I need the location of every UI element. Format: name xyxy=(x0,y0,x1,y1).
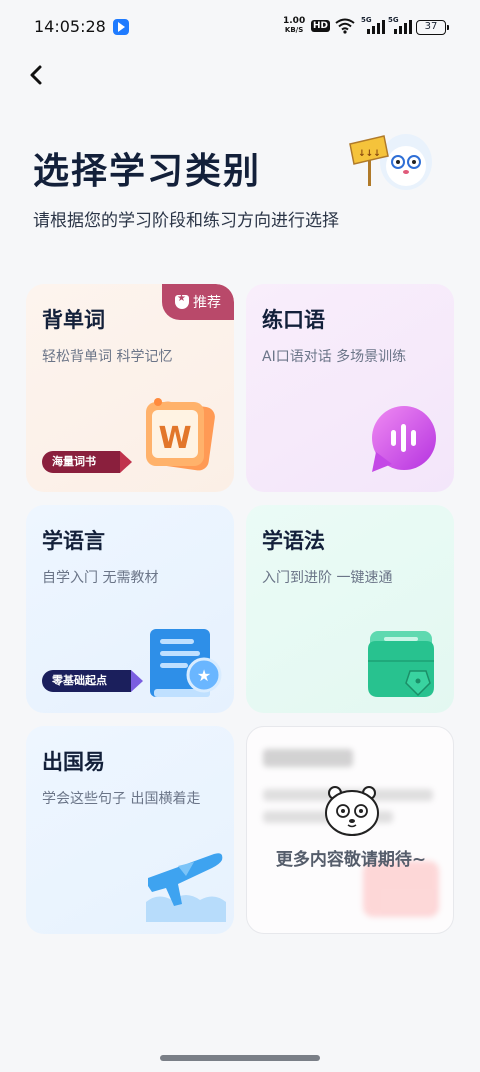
signal-icon-1: 5G xyxy=(361,16,385,34)
svg-text:↓↓↓: ↓↓↓ xyxy=(358,149,381,159)
network-speed-unit: KB/S xyxy=(284,26,304,34)
card-abroad-title: 出国易 xyxy=(42,750,105,774)
page-subtitle: 请根据您的学习阶段和练习方向进行选择 xyxy=(33,211,339,231)
w-book-letter: W xyxy=(158,421,191,456)
card-grammar-desc: 入门到进阶 一键速通 xyxy=(262,570,393,586)
svg-text:★: ★ xyxy=(197,666,211,685)
card-vocab-title: 背单词 xyxy=(42,308,105,332)
recommend-badge: 推荐 xyxy=(162,284,234,320)
card-speaking[interactable]: 练口语 AI口语对话 多场景训练 xyxy=(246,284,454,492)
signal-icon-2: 5G xyxy=(388,16,412,34)
coming-soon-text: 更多内容敬请期待~ xyxy=(275,850,427,870)
status-bar: 14:05:28 1.00 KB/S HD 5G 5G 37 xyxy=(0,0,480,56)
hd-voice-icon: HD xyxy=(311,20,331,32)
mascot-with-sign-icon: ↓↓↓ xyxy=(349,134,432,190)
wifi-icon xyxy=(335,18,355,34)
vocab-ribbon: 海量词书 xyxy=(42,451,132,473)
network-speed-value: 1.00 xyxy=(283,16,306,26)
card-language-desc: 自学入门 无需教材 xyxy=(42,570,159,586)
recommend-badge-label: 推荐 xyxy=(193,295,221,311)
card-speaking-title: 练口语 xyxy=(262,308,325,332)
card-vocab-desc: 轻松背单词 科学记忆 xyxy=(42,349,173,365)
battery-icon: 37 xyxy=(416,20,449,35)
card-abroad[interactable]: 出国易 学会这些句子 出国横着走 xyxy=(26,726,234,934)
card-grammar[interactable]: 学语法 入门到进阶 一键速通 xyxy=(246,505,454,713)
card-language-title: 学语言 xyxy=(42,529,105,553)
voice-bubble-icon xyxy=(372,406,436,472)
back-chevron-icon[interactable] xyxy=(24,62,50,88)
home-indicator[interactable] xyxy=(160,1055,320,1061)
page-title: 选择学习类别 xyxy=(33,151,262,192)
card-speaking-desc: AI口语对话 多场景训练 xyxy=(262,349,407,365)
card-coming-soon: 更多内容敬请期待~ xyxy=(246,726,454,934)
card-abroad-desc: 学会这些句子 出国横着走 xyxy=(42,791,201,807)
card-language[interactable]: 学语言 自学入门 无需教材 零基础起点 ★ xyxy=(26,505,234,713)
shield-star-icon xyxy=(175,293,189,309)
card-grammar-title: 学语法 xyxy=(262,529,325,553)
card-vocab[interactable]: 推荐 背单词 轻松背单词 科学记忆 海量词书 W xyxy=(26,284,234,492)
w-book-icon: W xyxy=(146,398,215,471)
status-time: 14:05:28 xyxy=(34,17,106,36)
network-speed: 1.00 KB/S xyxy=(283,17,305,35)
airplane-icon xyxy=(146,853,226,922)
textbook-badge-icon: ★ xyxy=(150,629,222,697)
language-ribbon: 零基础起点 xyxy=(42,670,143,692)
app-notification-icon xyxy=(113,19,129,35)
bear-face-icon xyxy=(325,786,379,836)
green-folder-pen-icon xyxy=(368,631,434,697)
